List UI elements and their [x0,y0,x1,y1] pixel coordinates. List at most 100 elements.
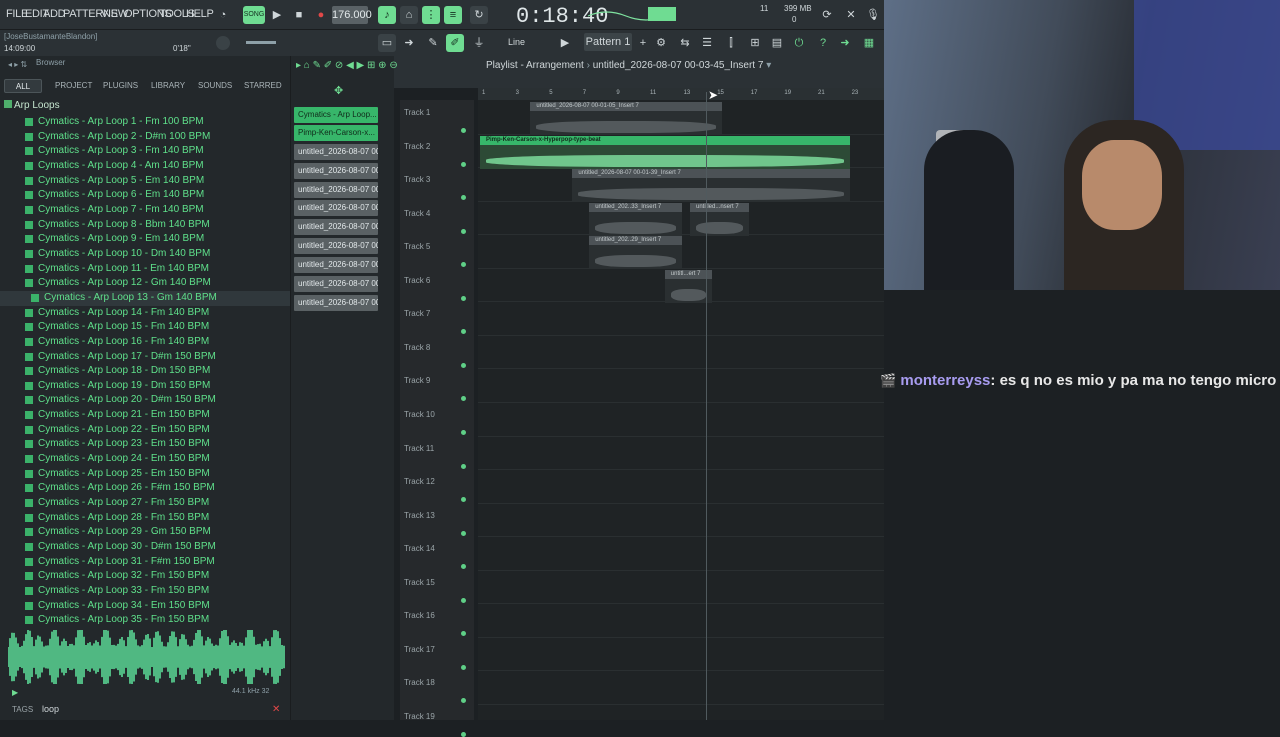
arrow-right-icon[interactable]: ➜ [400,34,418,52]
track-mute-led[interactable] [461,597,466,603]
file-item[interactable]: Cymatics - Arp Loop 28 - Fm 150 BPM [0,511,290,526]
file-item[interactable]: Cymatics - Arp Loop 26 - F#m 150 BPM [0,481,290,496]
file-item[interactable]: Cymatics - Arp Loop 18 - Dm 150 BPM [0,364,290,379]
master-pitch-slider[interactable] [246,41,276,44]
track-mute-led[interactable] [461,731,466,737]
track-mute-led[interactable] [461,429,466,435]
play-icon[interactable]: ▶ [268,6,286,24]
file-item[interactable]: Cymatics - Arp Loop 7 - Fm 140 BPM [0,203,290,218]
plug-icon[interactable]: ⏻ [790,34,808,52]
picker-clip[interactable]: untitled_2026-08-07 00-... [294,257,378,273]
file-item[interactable]: Cymatics - Arp Loop 5 - Em 140 BPM [0,174,290,189]
record-icon[interactable]: ● [312,6,330,24]
file-item[interactable]: Cymatics - Arp Loop 17 - D#m 150 BPM [0,350,290,365]
track-mute-led[interactable] [461,497,466,503]
file-item[interactable]: Cymatics - Arp Loop 12 - Gm 140 BPM [0,276,290,291]
file-item[interactable]: Cymatics - Arp Loop 4 - Am 140 BPM [0,159,290,174]
tempo-display[interactable]: 176.000 [332,6,372,24]
track-name[interactable]: Track 3 [404,175,430,184]
mixer-icon[interactable]: ⚙ [652,34,670,52]
playlist-clip[interactable]: untitled...nsert 7 [690,202,749,236]
picker-clip[interactable]: untitled_2026-08-07 00-... [294,238,378,254]
track-name[interactable]: Track 14 [404,544,435,553]
picker-clip[interactable]: untitled_2026-08-07 00-... [294,276,378,292]
track-name[interactable]: Track 1 [404,108,430,117]
piano-roll-icon[interactable]: ☰ [698,34,716,52]
pattern-prev-icon[interactable]: ▶ [556,34,574,52]
playhead[interactable] [706,92,707,720]
pattern-selector[interactable]: Pattern 1 [584,33,632,51]
track-name[interactable]: Track 10 [404,410,435,419]
tab-all[interactable]: ALL [4,79,42,93]
playlist-clip[interactable]: untitled_202..29_Insert 7 [589,236,682,270]
file-item[interactable]: Cymatics - Arp Loop 30 - D#m 150 BPM [0,540,290,555]
picker-clip[interactable]: untitled_2026-08-07 00-... [294,295,378,311]
track-name[interactable]: Track 16 [404,611,435,620]
wait-for-input-icon[interactable]: ⌂ [400,6,418,24]
file-item[interactable]: Cymatics - Arp Loop 8 - Bbm 140 BPM [0,218,290,233]
browser-tree-icon[interactable]: ⊞ [746,34,764,52]
track-mute-led[interactable] [461,463,466,469]
file-item[interactable]: Cymatics - Arp Loop 19 - Dm 150 BPM [0,379,290,394]
file-item[interactable]: Cymatics - Arp Loop 22 - Em 150 BPM [0,423,290,438]
file-item[interactable]: Cymatics - Arp Loop 35 - Fm 150 BPM [0,613,290,628]
track-mute-led[interactable] [461,128,466,133]
file-item[interactable]: Cymatics - Arp Loop 25 - Em 150 BPM [0,467,290,482]
file-item[interactable]: Cymatics - Arp Loop 2 - D#m 100 BPM [0,130,290,145]
metronome-icon[interactable]: ♪ [378,6,396,24]
track-name[interactable]: Track 7 [404,309,430,318]
track-mute-led[interactable] [461,195,466,201]
file-item[interactable]: Cymatics - Arp Loop 11 - Em 140 BPM [0,262,290,277]
track-mute-led[interactable] [461,631,466,637]
track-mute-led[interactable] [461,161,466,167]
track-mute-led[interactable] [461,530,466,536]
pencil-icon[interactable]: ✎ [424,34,442,52]
step-edit-icon[interactable]: ↻ [470,6,488,24]
file-item[interactable]: Cymatics - Arp Loop 24 - Em 150 BPM [0,452,290,467]
track-name[interactable]: Track 6 [404,276,430,285]
file-item[interactable]: Cymatics - Arp Loop 32 - Fm 150 BPM [0,569,290,584]
playlist-clip[interactable]: untitled_2026-08-07 00-01-05_Insert 7 [530,102,722,135]
picker-clip[interactable]: untitled_2026-08-07 00-... [294,219,378,235]
tab-project[interactable]: PROJECT [55,79,92,93]
refresh-icon[interactable]: ⟳ [818,6,836,24]
faders-icon[interactable]: ⫿ [722,34,740,52]
picker-clip[interactable]: untitled_2026-08-07 00-... [294,144,378,160]
playlist-clip[interactable]: untitled_202..33_Insert 7 [589,202,682,236]
track-name[interactable]: Track 5 [404,242,430,251]
file-item[interactable]: Cymatics - Arp Loop 31 - F#m 150 BPM [0,555,290,570]
add-pattern-icon[interactable]: + [634,34,652,52]
picker-clip[interactable]: Cymatics - Arp Loop... [294,107,378,123]
track-mute-led[interactable] [461,698,466,704]
browser-nav-icon[interactable]: ◂ ▸ ⇅ [8,60,27,69]
file-item[interactable]: Cymatics - Arp Loop 33 - Fm 150 BPM [0,584,290,599]
menu-help[interactable]: HELP [186,8,214,20]
file-item[interactable]: Cymatics - Arp Loop 15 - Fm 140 BPM [0,320,290,335]
picker-clip[interactable]: untitled_2026-08-07 00-... [294,182,378,198]
file-item[interactable]: Cymatics - Arp Loop 29 - Gm 150 BPM [0,525,290,540]
file-item[interactable]: Cymatics - Arp Loop 9 - Em 140 BPM [0,232,290,247]
tags-value[interactable]: loop [42,704,59,714]
clipboard-icon[interactable]: ▤ [768,34,786,52]
track-mute-led[interactable] [461,564,466,570]
draw-tool-icon[interactable]: ✐ [446,34,464,52]
file-item[interactable]: Cymatics - Arp Loop 3 - Fm 140 BPM [0,144,290,159]
file-item[interactable]: Cymatics - Arp Loop 23 - Em 150 BPM [0,437,290,452]
file-item[interactable]: Cymatics - Arp Loop 27 - Fm 150 BPM [0,496,290,511]
file-item[interactable]: Cymatics - Arp Loop 1 - Fm 100 BPM [0,115,290,130]
arrow-icon[interactable]: ➜ [836,34,854,52]
track-mute-led[interactable] [461,329,466,335]
stamp-icon[interactable]: ⏚ [470,34,488,52]
track-name[interactable]: Track 2 [404,142,430,151]
track-name[interactable]: Track 13 [404,511,435,520]
file-item[interactable]: Cymatics - Arp Loop 34 - Em 150 BPM [0,599,290,614]
track-name[interactable]: Track 15 [404,578,435,587]
track-name[interactable]: Track 4 [404,209,430,218]
channel-rack-icon[interactable]: ⇆ [676,34,694,52]
track-mute-led[interactable] [461,664,466,670]
folder-arp-loops[interactable]: Arp Loops [14,100,60,111]
track-mute-led[interactable] [461,396,466,402]
tab-plugins[interactable]: PLUGINS [103,79,138,93]
file-item[interactable]: Cymatics - Arp Loop 13 - Gm 140 BPM [0,290,290,306]
picker-move-icon[interactable]: ✥ [334,84,343,97]
